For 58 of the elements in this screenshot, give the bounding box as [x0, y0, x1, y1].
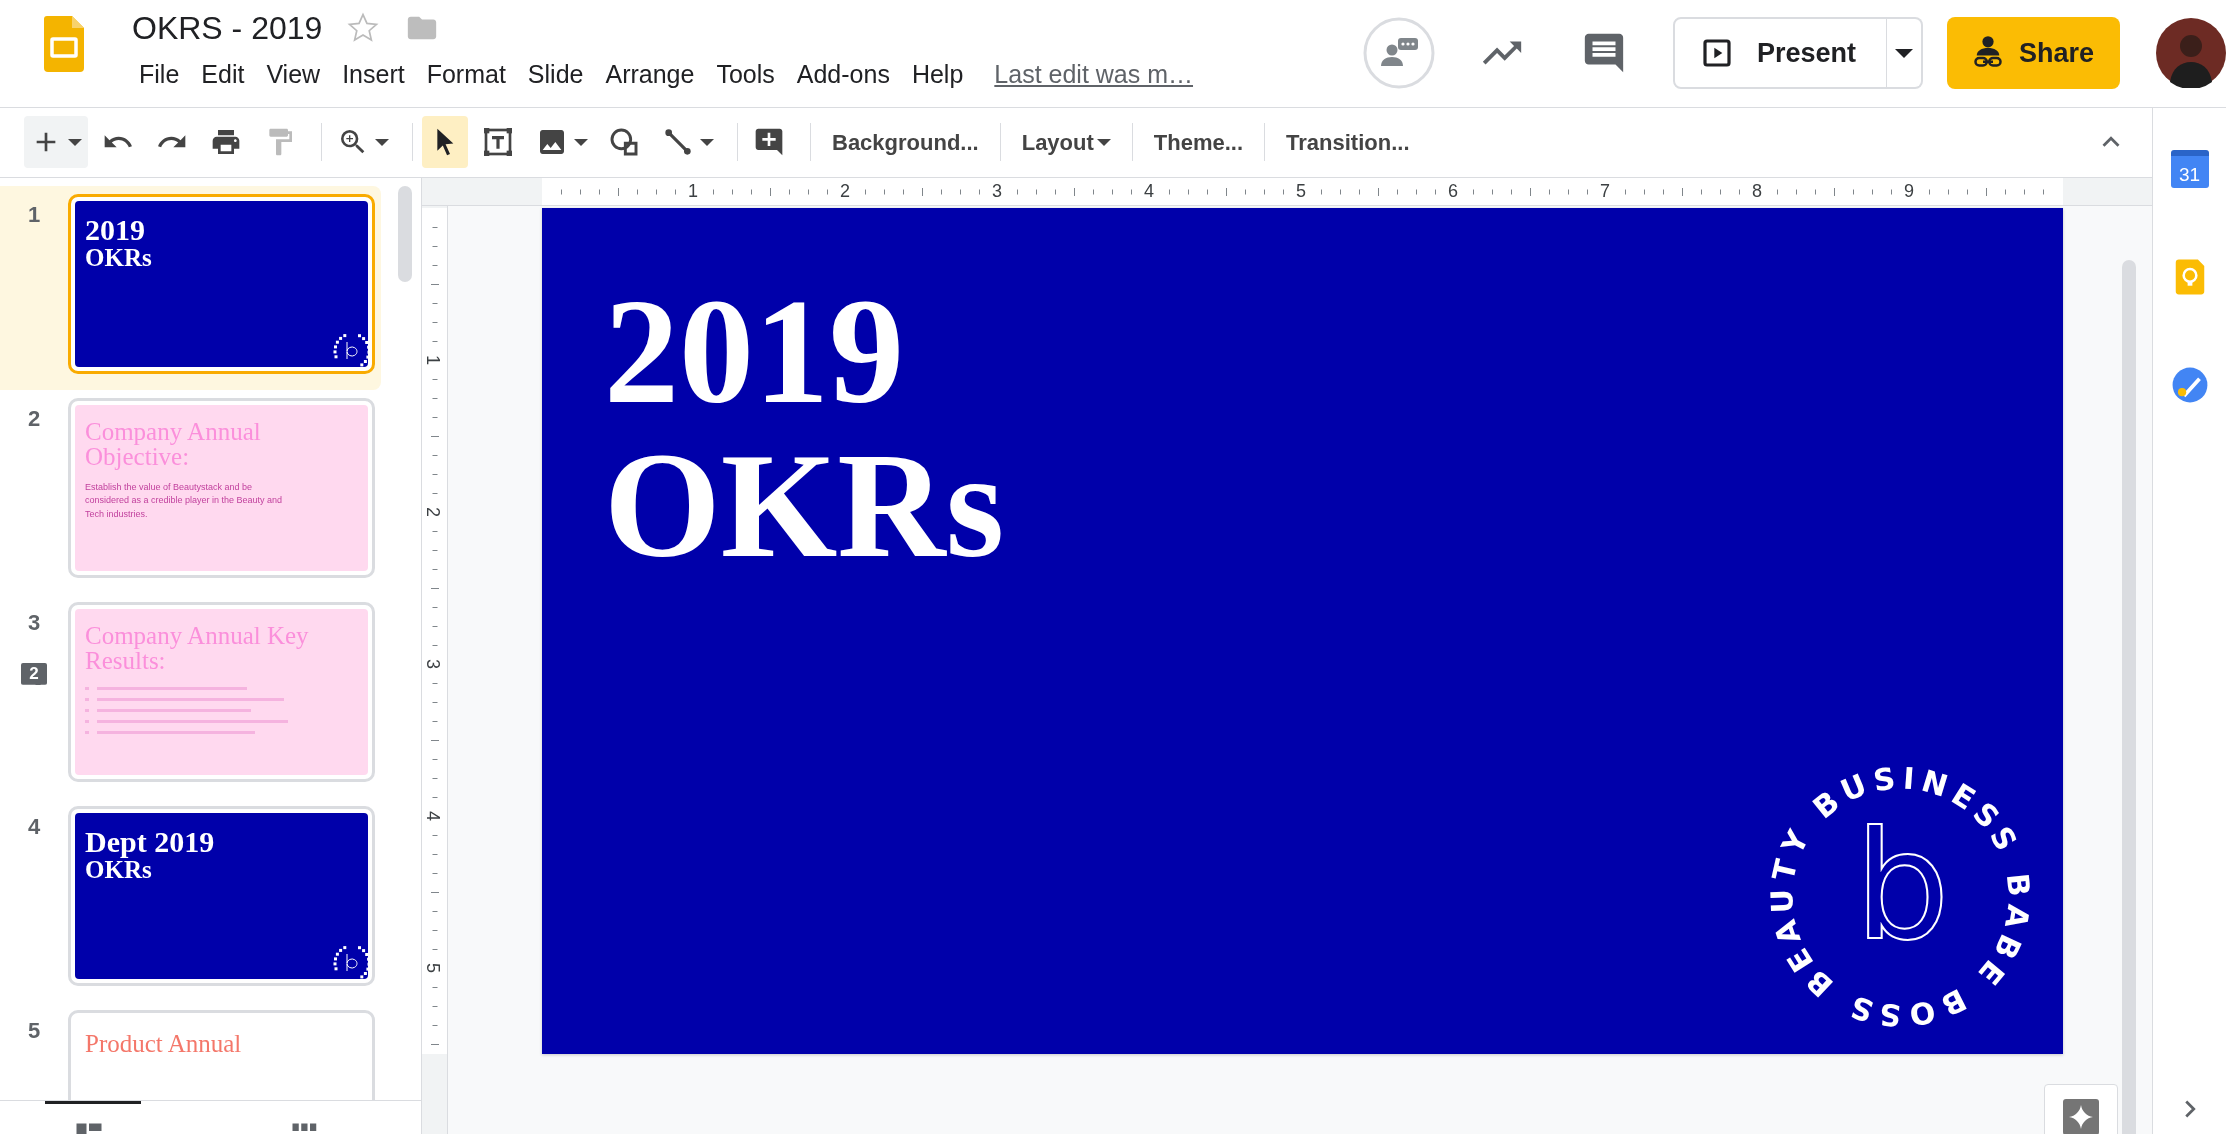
- toolbar-menu-button[interactable]: Theme...: [1141, 116, 1256, 169]
- slide-number: 5: [27, 1016, 41, 1045]
- toolbar-menu-button[interactable]: Transition...: [1274, 116, 1422, 169]
- caret-icon: [574, 138, 588, 146]
- calendar-date: 31: [2178, 162, 2201, 187]
- slide-number: 4: [27, 812, 41, 841]
- menu-item[interactable]: Format: [415, 56, 517, 94]
- slide-title: 2019: [604, 275, 904, 426]
- explore-button[interactable]: [2044, 1084, 2118, 1134]
- menu-item[interactable]: Tools: [705, 56, 786, 94]
- slide-title: Company Annual Objective:: [85, 418, 262, 469]
- slide-number: 3: [27, 608, 41, 637]
- toolbar-menu-button[interactable]: Background...: [820, 116, 991, 169]
- caret-icon: [68, 138, 82, 146]
- star-icon[interactable]: [346, 11, 381, 45]
- present-menu-button[interactable]: [1886, 17, 1923, 90]
- caret-icon: [375, 138, 389, 146]
- play-icon: [1700, 37, 1733, 70]
- slide-title: Company Annual Key Results:: [85, 622, 310, 673]
- sparkle-icon: [2063, 1099, 2099, 1134]
- avatar-icon[interactable]: [2156, 18, 2226, 89]
- slide-thumbnail[interactable]: Dept 2019 OKRs: [75, 812, 368, 979]
- present-button[interactable]: Present: [1672, 17, 1887, 90]
- scrollbar[interactable]: [398, 185, 412, 282]
- menu-item[interactable]: Insert: [331, 56, 416, 94]
- menu-item[interactable]: Help: [900, 56, 975, 94]
- toolbar-menu-button[interactable]: Layout: [1009, 116, 1123, 169]
- caret-icon: [700, 138, 714, 146]
- chat-icon[interactable]: [1362, 17, 1435, 90]
- new-slide-button[interactable]: [24, 116, 88, 169]
- document-title[interactable]: OKRS - 2019: [132, 8, 323, 48]
- slide-number: 2: [27, 404, 41, 433]
- text-box-icon: [482, 126, 514, 159]
- slide-subtitle: OKRs: [604, 429, 1005, 580]
- tasks-icon[interactable]: [2170, 365, 2209, 404]
- scrollbar[interactable]: [2122, 259, 2136, 1134]
- select-tool-button[interactable]: [422, 116, 468, 169]
- last-edit-link[interactable]: Last edit was m…: [994, 56, 1193, 94]
- caret-icon: [1894, 48, 1913, 58]
- slide-subtitle: OKRs: [85, 244, 153, 272]
- slide-number: 1: [27, 200, 41, 229]
- slide-thumbnail[interactable]: Company Annual Objective: Establish the value of Beautystack and be considered as a credible player in the Beauty and Tech industries.: [75, 404, 368, 571]
- menu-item[interactable]: File: [128, 56, 191, 94]
- slide-title: 2019: [85, 214, 146, 245]
- menu-item[interactable]: Add-ons: [785, 56, 901, 94]
- menu-item[interactable]: Arrange: [594, 56, 706, 94]
- slide-title: Dept 2019: [85, 826, 216, 857]
- menu-item[interactable]: Edit: [190, 56, 256, 94]
- share-button[interactable]: Share: [1946, 17, 2120, 90]
- menu-item[interactable]: Slide: [516, 56, 595, 94]
- slide-thumbnail-row[interactable]: 1 2019 OKRs: [0, 185, 381, 390]
- slide-thumbnail[interactable]: 2019 OKRs: [75, 200, 368, 367]
- menu-item[interactable]: View: [255, 56, 332, 94]
- slide-title: Product Annual: [85, 1030, 243, 1056]
- calendar-button[interactable]: 31: [2170, 149, 2209, 188]
- comment-count-badge[interactable]: 2: [21, 662, 47, 685]
- slide-body-text: Establish the value of Beautystack and be considered as a credible player in the Beauty and Tech industries.: [85, 480, 284, 521]
- caret-icon: [1096, 138, 1111, 146]
